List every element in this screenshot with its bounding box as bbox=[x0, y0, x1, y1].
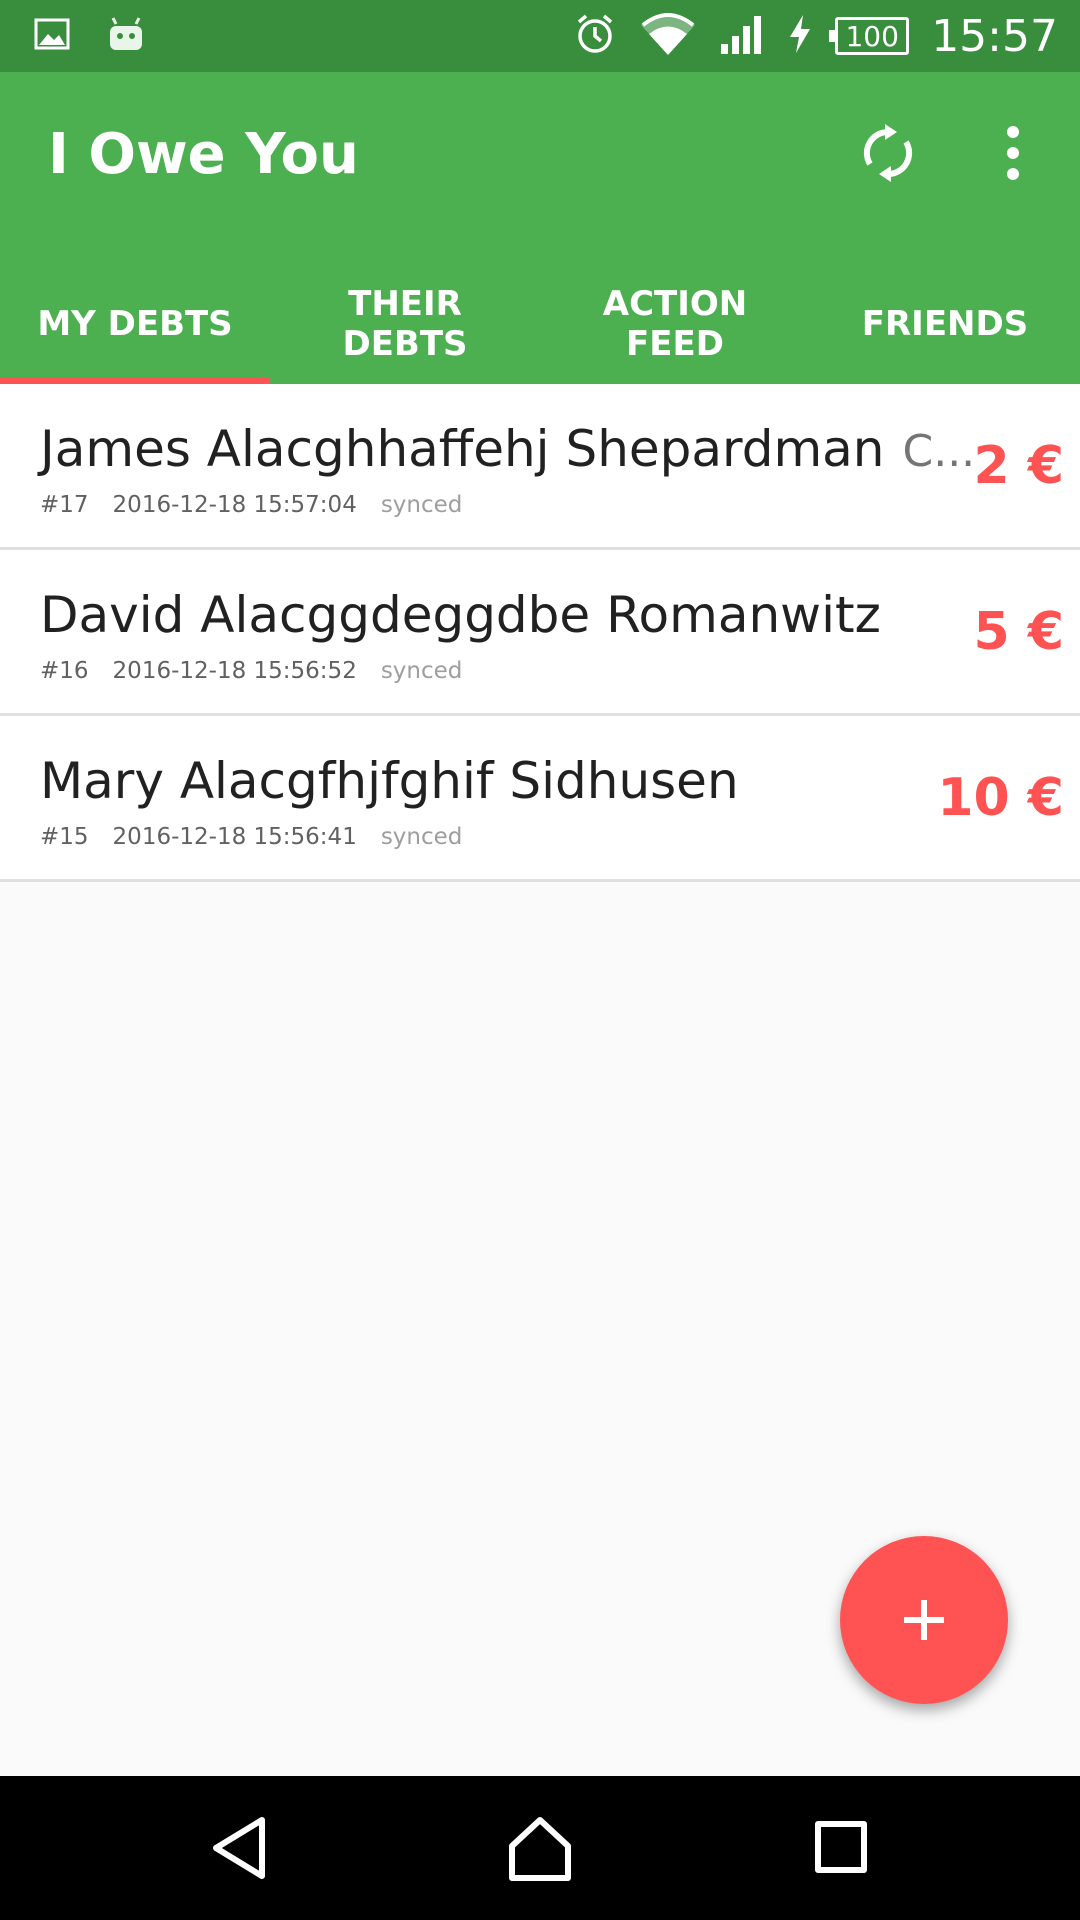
battery-icon: 100 bbox=[829, 17, 910, 55]
more-options-button[interactable] bbox=[990, 122, 1036, 184]
more-vert-icon bbox=[1007, 126, 1019, 180]
tab-label: MY DEBTS bbox=[37, 304, 233, 344]
debt-timestamp: 2016-12-18 15:56:52 bbox=[112, 658, 357, 684]
tab-label: THEIR DEBTS bbox=[342, 284, 468, 364]
debtor-name-line: Mary Alacgfhjfghif Sidhusen bbox=[40, 752, 739, 810]
app-title: I Owe You bbox=[48, 122, 359, 187]
debtor-name-line: James Alacghhaffehj Shepardman C... bbox=[40, 420, 975, 478]
debt-amount: 2 € bbox=[973, 436, 1064, 496]
list-item[interactable]: Mary Alacgfhjfghif Sidhusen #15 2016-12-… bbox=[0, 716, 1080, 882]
debt-amount: 10 € bbox=[937, 768, 1064, 828]
app-bar: I Owe You MY DEBTS THEIR DEBTS ACTION FE… bbox=[0, 72, 1080, 384]
debt-meta: #17 2016-12-18 15:57:04 synced bbox=[40, 492, 462, 518]
system-nav-bar bbox=[0, 1776, 1080, 1920]
status-bar: 100 15:57 bbox=[0, 0, 1080, 72]
sync-status: synced bbox=[380, 492, 463, 518]
battery-level: 100 bbox=[845, 19, 899, 53]
clock: 15:57 bbox=[931, 10, 1058, 62]
debt-list: James Alacghhaffehj Shepardman C... #17 2… bbox=[0, 384, 1080, 882]
debt-meta: #15 2016-12-18 15:56:41 synced bbox=[40, 824, 462, 850]
tab-label: FRIENDS bbox=[861, 304, 1029, 344]
debt-description: C... bbox=[902, 426, 976, 477]
debt-id: #17 bbox=[40, 492, 89, 518]
plus-icon bbox=[904, 1600, 944, 1640]
debtor-name: Mary Alacgfhjfghif Sidhusen bbox=[40, 752, 739, 810]
add-debt-button[interactable] bbox=[840, 1536, 1008, 1704]
back-icon bbox=[213, 1817, 265, 1879]
recents-button[interactable] bbox=[800, 1808, 880, 1888]
tab-their-debts[interactable]: THEIR DEBTS bbox=[270, 264, 540, 384]
debt-amount: 5 € bbox=[973, 602, 1064, 662]
debt-id: #15 bbox=[40, 824, 89, 850]
recents-icon bbox=[815, 1821, 867, 1873]
signal-icon bbox=[719, 12, 765, 60]
charging-icon bbox=[787, 13, 813, 59]
debt-meta: #16 2016-12-18 15:56:52 synced bbox=[40, 658, 462, 684]
home-button[interactable] bbox=[500, 1808, 580, 1888]
sync-status: synced bbox=[380, 658, 463, 684]
tab-label: ACTION FEED bbox=[602, 284, 748, 364]
debtor-name: James Alacghhaffehj Shepardman bbox=[40, 420, 885, 478]
debt-timestamp: 2016-12-18 15:56:41 bbox=[112, 824, 357, 850]
list-item[interactable]: David Alacggdeggdbe Romanwitz #16 2016-1… bbox=[0, 550, 1080, 716]
android-icon bbox=[106, 14, 146, 58]
tab-action-feed[interactable]: ACTION FEED bbox=[540, 264, 810, 384]
home-icon bbox=[509, 1817, 571, 1881]
list-item[interactable]: James Alacghhaffehj Shepardman C... #17 2… bbox=[0, 384, 1080, 550]
debtor-name: David Alacggdeggdbe Romanwitz bbox=[40, 586, 881, 644]
wifi-icon bbox=[639, 11, 697, 61]
alarm-icon bbox=[573, 12, 617, 60]
sync-status: synced bbox=[380, 824, 463, 850]
tab-bar: MY DEBTS THEIR DEBTS ACTION FEED FRIENDS bbox=[0, 264, 1080, 384]
tab-friends[interactable]: FRIENDS bbox=[810, 264, 1080, 384]
refresh-button[interactable] bbox=[857, 122, 919, 184]
refresh-icon bbox=[863, 124, 913, 182]
image-icon bbox=[34, 16, 70, 56]
debtor-name-line: David Alacggdeggdbe Romanwitz bbox=[40, 586, 881, 644]
tab-my-debts[interactable]: MY DEBTS bbox=[0, 264, 270, 384]
back-button[interactable] bbox=[200, 1808, 280, 1888]
debt-timestamp: 2016-12-18 15:57:04 bbox=[112, 492, 357, 518]
debt-id: #16 bbox=[40, 658, 89, 684]
